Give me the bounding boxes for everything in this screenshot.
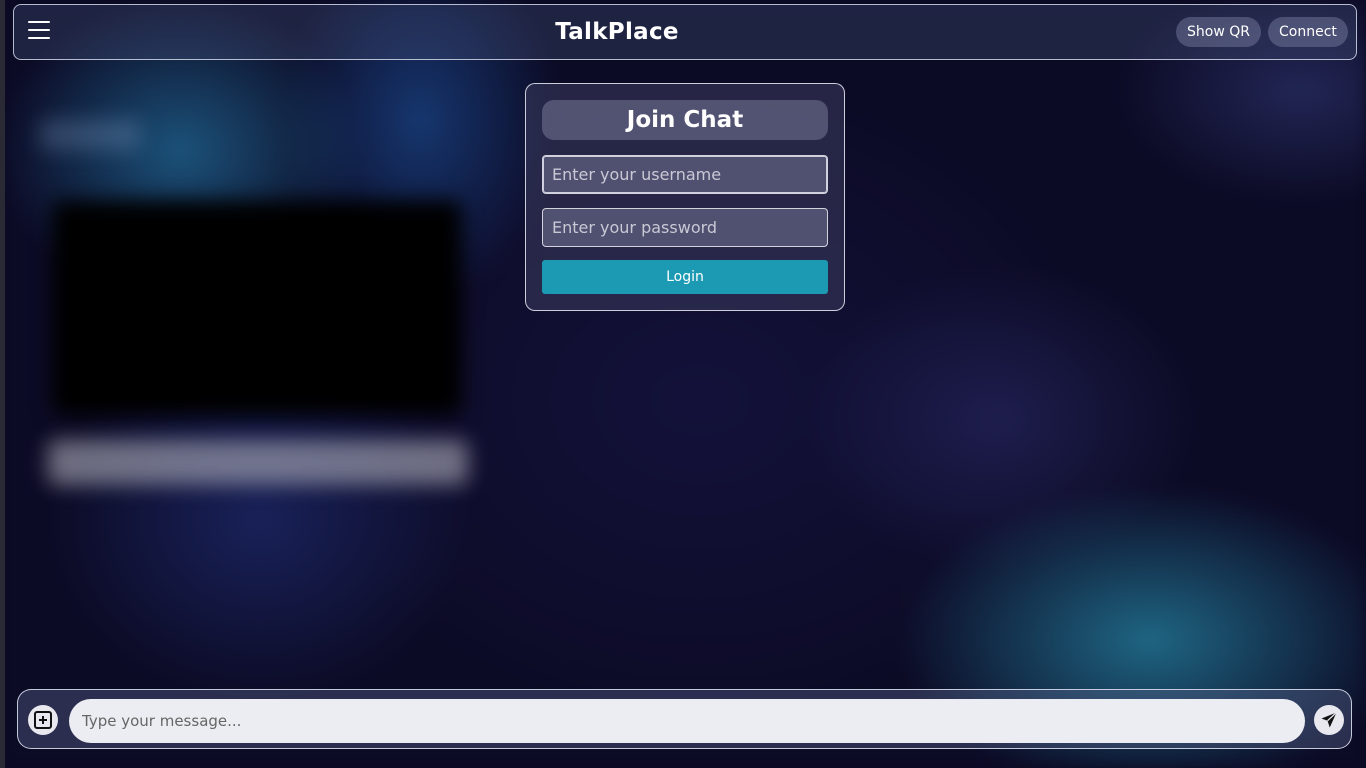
blurred-background-text [40,120,140,150]
connect-button[interactable]: Connect [1268,17,1348,47]
password-input[interactable] [542,208,828,247]
window-edge [0,0,5,768]
top-bar: TalkPlace Show QR Connect [13,4,1357,60]
show-qr-button[interactable]: Show QR [1176,17,1261,47]
app-title: TalkPlace [555,19,679,45]
blurred-background-panel [52,200,462,415]
login-card: Join Chat Login [525,83,845,311]
message-input[interactable] [69,699,1305,743]
send-button[interactable] [1314,705,1344,735]
login-title: Join Chat [542,100,828,140]
blurred-background-bar [48,440,468,485]
username-input[interactable] [542,155,828,194]
login-button[interactable]: Login [542,260,828,294]
plus-square-icon[interactable] [28,705,58,735]
paper-plane-icon [1321,712,1337,728]
message-composer [17,689,1352,749]
